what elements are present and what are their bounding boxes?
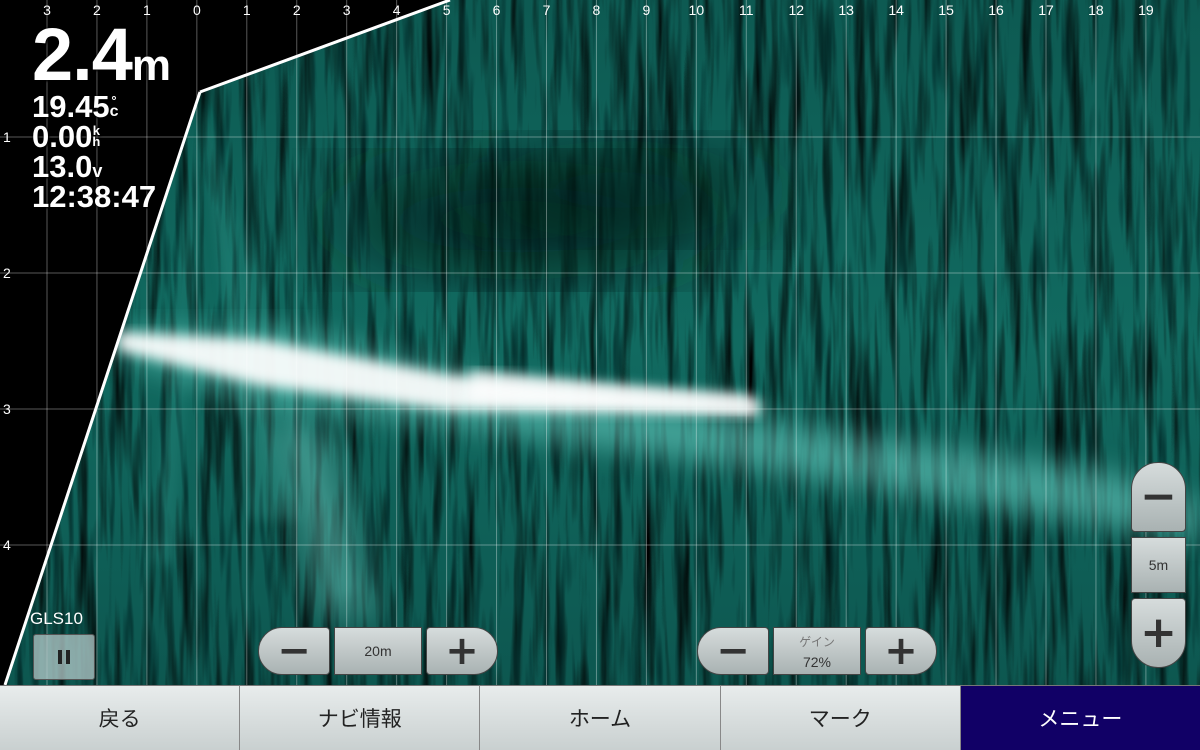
x-tick-label: 0 (192, 2, 201, 18)
x-tick-label: 1 (142, 2, 151, 18)
water-temp-readout: 19.45 ° c (32, 91, 171, 122)
zoom-control: − 5m + (1131, 462, 1186, 668)
x-tick-label: 12 (788, 2, 805, 18)
mark-button[interactable]: マーク (720, 685, 961, 750)
x-tick-label: 6 (492, 2, 501, 18)
gain-label: ゲイン (799, 634, 835, 649)
menu-button[interactable]: メニュー (960, 685, 1200, 750)
y-tick-label: 4 (3, 537, 11, 553)
speed-unit-bottom: h (92, 134, 101, 149)
zoom-value: 5m (1131, 537, 1186, 593)
back-button[interactable]: 戻る (0, 685, 241, 750)
gain-minus-button[interactable]: − (697, 627, 769, 675)
x-tick-label: 1 (242, 2, 251, 18)
y-tick-label: 2 (3, 265, 11, 281)
x-tick-label: 11 (739, 2, 754, 18)
data-readouts: 2.4m 19.45 ° c 0.00k h 13.0v 12:38:47 (32, 18, 171, 214)
minus-icon: − (277, 628, 311, 674)
bottom-nav-bar: 戻る ナビ情報 ホーム マーク メニュー (0, 685, 1200, 750)
speed-unit: kh (92, 124, 101, 149)
water-temp-unit-bottom: c (109, 103, 119, 120)
x-tick-label: 8 (592, 2, 601, 18)
plus-icon: + (445, 628, 479, 674)
range-control: − 20m + (258, 627, 498, 675)
depth-readout: 2.4m (32, 18, 171, 92)
x-tick-label: 10 (688, 2, 705, 18)
pause-icon (56, 650, 72, 664)
pause-button[interactable] (33, 634, 95, 680)
x-tick-label: 3 (342, 2, 351, 18)
zoom-minus-button[interactable]: − (1131, 462, 1186, 532)
navi-info-button[interactable]: ナビ情報 (240, 685, 481, 750)
time-value: 12:38:47 (32, 179, 157, 214)
range-plus-button[interactable]: + (426, 627, 498, 675)
water-temp-unit: ° c (109, 94, 119, 120)
depth-unit: m (131, 41, 171, 90)
voltage-readout: 13.0v (32, 151, 171, 182)
y-tick-label: 3 (3, 401, 11, 417)
x-tick-label: 13 (838, 2, 854, 18)
depth-value: 2.4 (32, 13, 133, 96)
range-value: 20m (364, 643, 392, 659)
speed-readout: 0.00k h (32, 121, 171, 152)
minus-icon: − (1140, 471, 1177, 522)
x-tick-label: 17 (1038, 2, 1054, 18)
sonar-screen: 3 2 1 0 1 2 3 4 5 6 7 8 9 10 11 12 13 14 15 16 17 18 19 1234 2… (0, 0, 1200, 750)
x-tick-label: 18 (1088, 2, 1104, 18)
plus-icon: + (884, 628, 918, 674)
x-tick-label: 5 (442, 2, 451, 18)
x-tick-label: 9 (642, 2, 651, 18)
y-tick-label: 1 (3, 129, 11, 145)
range-value-box: 20m (334, 627, 422, 675)
x-tick-label: 19 (1138, 2, 1154, 18)
time-readout: 12:38:47 (32, 179, 171, 214)
x-tick-label: 4 (392, 2, 401, 18)
plus-icon: + (1140, 607, 1177, 658)
zoom-plus-button[interactable]: + (1131, 598, 1186, 668)
gain-value: 72% (802, 653, 832, 670)
x-tick-label: 2 (292, 2, 301, 18)
sonar-image (0, 0, 1200, 685)
gain-value-box: ゲイン 72% (773, 627, 861, 675)
voltage-unit: v (92, 161, 103, 181)
home-button[interactable]: ホーム (480, 685, 721, 750)
transducer-label: GLS10 (30, 609, 83, 628)
gain-control: − ゲイン 72% + (697, 627, 937, 675)
minus-icon: − (716, 628, 750, 674)
x-tick-label: 7 (542, 2, 551, 18)
range-minus-button[interactable]: − (258, 627, 330, 675)
sonar-view: 3 2 1 0 1 2 3 4 5 6 7 8 9 10 11 12 13 14 15 16 17 18 19 1234 (0, 0, 1200, 685)
x-tick-label: 16 (988, 2, 1004, 18)
gain-plus-button[interactable]: + (865, 627, 937, 675)
x-tick-label: 15 (938, 2, 954, 18)
x-tick-label: 14 (888, 2, 904, 18)
